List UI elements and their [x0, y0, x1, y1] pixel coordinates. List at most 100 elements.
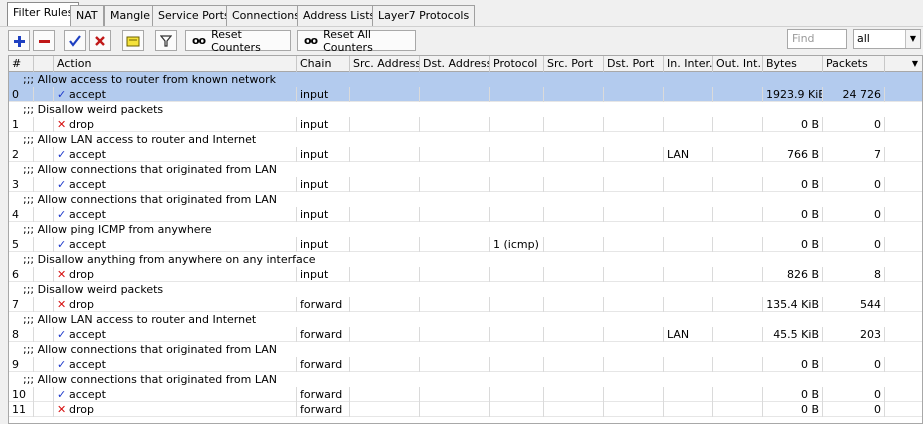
comment-row[interactable]: ;;; Allow connections that originated fr…	[9, 192, 922, 207]
table-row[interactable]: 3 ✓ accept input 0 B0	[9, 177, 922, 192]
comment-row[interactable]: ;;; Disallow anything from anywhere on a…	[9, 252, 922, 267]
table-row[interactable]: 4 ✓ accept input 0 B0	[9, 207, 922, 222]
table-row[interactable]: 8 ✓ accept forward LAN 45.5 KiB 203	[9, 327, 922, 342]
cell-in-interface	[664, 267, 713, 282]
col-src-address[interactable]: Src. Address	[350, 56, 420, 72]
col-packets[interactable]: Packets	[823, 56, 885, 72]
cell-src-address	[350, 297, 420, 312]
cell-src-port	[544, 147, 604, 162]
col-num[interactable]: #	[9, 56, 34, 72]
table-row[interactable]: 0 ✓ accept input 1923.9 KiB 24 726	[9, 87, 922, 102]
cell-src-address	[350, 387, 420, 402]
cell-packets: 544	[823, 297, 885, 312]
cell-dst-port	[604, 297, 664, 312]
comment-row[interactable]: ;;; Allow connections that originated fr…	[9, 162, 922, 177]
cell-dst-address	[420, 237, 490, 252]
comment-button[interactable]	[122, 30, 144, 51]
col-action[interactable]: Action	[54, 56, 297, 72]
table-row[interactable]: 11 ✕ drop forward 0 B0	[9, 402, 922, 417]
cell-chain: input	[297, 147, 350, 162]
tab-nat[interactable]: NAT	[70, 5, 104, 26]
disable-button[interactable]	[89, 30, 111, 51]
rule-comment: ;;; Disallow anything from anywhere on a…	[23, 253, 316, 266]
reset-all-counters-button[interactable]: oo Reset All Counters	[297, 28, 416, 54]
table-row[interactable]: 9 ✓ accept forward 0 B0	[9, 357, 922, 372]
cell-packets: 203	[823, 327, 885, 342]
cell-out-interface	[713, 387, 763, 402]
tab-mangle[interactable]: Mangle	[104, 5, 157, 26]
cell-bytes: 766 B	[763, 147, 823, 162]
comment-row[interactable]: ;;; Allow ping ICMP from anywhere	[9, 222, 922, 237]
cell-action: ✓ accept	[54, 87, 297, 102]
col-flags[interactable]	[34, 56, 54, 72]
comment-row[interactable]: ;;; Disallow weird packets	[9, 102, 922, 117]
cell-out-interface	[713, 297, 763, 312]
find-input[interactable]: Find	[787, 29, 847, 49]
tab-filter-rules[interactable]: Filter Rules	[7, 2, 80, 26]
action-label: accept	[69, 148, 106, 161]
comment-row[interactable]: ;;; Allow access to router from known ne…	[9, 72, 922, 87]
plus-icon	[14, 35, 25, 47]
cell-packets: 7	[823, 147, 885, 162]
filter-icon	[160, 34, 172, 47]
chevron-down-icon[interactable]: ▼	[905, 30, 920, 48]
filter-select[interactable]: all ▼	[853, 29, 921, 49]
cell-src-port	[544, 297, 604, 312]
enable-button[interactable]	[64, 30, 86, 51]
cell-out-interface	[713, 117, 763, 132]
cell-bytes: 1923.9 KiB	[763, 87, 823, 102]
col-dst-port[interactable]: Dst. Port	[604, 56, 664, 72]
cell-packets: 0	[823, 117, 885, 132]
cell-packets: 0	[823, 237, 885, 252]
cell-src-port	[544, 402, 604, 417]
cell-num: 5	[9, 237, 34, 252]
cell-action: ✓ accept	[54, 327, 297, 342]
cell-bytes: 0 B	[763, 387, 823, 402]
reset-counters-button[interactable]: oo Reset Counters	[185, 28, 291, 54]
rule-comment: ;;; Allow access to router from known ne…	[23, 73, 276, 86]
comment-row[interactable]: ;;; Allow LAN access to router and Inter…	[9, 312, 922, 327]
tab-layer7-protocols[interactable]: Layer7 Protocols	[372, 5, 476, 26]
col-in-interface[interactable]: In. Inter...	[664, 56, 713, 72]
table-row[interactable]: 2 ✓ accept input LAN 766 B7	[9, 147, 922, 162]
cell-in-interface	[664, 117, 713, 132]
checkmark-icon: ✓	[57, 358, 67, 371]
cell-out-interface	[713, 357, 763, 372]
cell-in-interface	[664, 177, 713, 192]
col-chain[interactable]: Chain	[297, 56, 350, 72]
col-out-interface[interactable]: Out. Int...	[713, 56, 763, 72]
cell-protocol	[490, 402, 544, 417]
cell-flags	[34, 297, 54, 312]
action-label: drop	[69, 298, 94, 311]
checkmark-icon: ✓	[57, 178, 67, 191]
note-icon	[126, 36, 140, 46]
table-row[interactable]: 6 ✕ drop input 826 B8	[9, 267, 922, 282]
tab-service-ports[interactable]: Service Ports	[152, 5, 236, 26]
cell-dst-address	[420, 117, 490, 132]
rule-comment: ;;; Allow connections that originated fr…	[23, 343, 277, 356]
table-row[interactable]: 10 ✓ accept forward 0 B0	[9, 387, 922, 402]
table-row[interactable]: 5 ✓ accept input 1 (icmp) 0 B0	[9, 237, 922, 252]
toolbar: oo Reset Counters oo Reset All Counters	[0, 26, 923, 54]
tab-connections[interactable]: Connections	[226, 5, 306, 26]
col-dst-address[interactable]: Dst. Address	[420, 56, 490, 72]
table-row[interactable]: 7 ✕ drop forward 135.4 KiB 544	[9, 297, 922, 312]
cell-packets: 0	[823, 207, 885, 222]
checkmark-icon: ✓	[57, 388, 67, 401]
comment-row[interactable]: ;;; Allow connections that originated fr…	[9, 372, 922, 387]
comment-row[interactable]: ;;; Allow connections that originated fr…	[9, 342, 922, 357]
comment-row[interactable]: ;;; Allow LAN access to router and Inter…	[9, 132, 922, 147]
columns-menu-icon[interactable]: ▼	[908, 56, 922, 72]
tab-address-lists[interactable]: Address Lists	[297, 5, 382, 26]
col-bytes[interactable]: Bytes	[763, 56, 823, 72]
cell-src-port	[544, 237, 604, 252]
filter-button[interactable]	[155, 30, 177, 51]
col-src-port[interactable]: Src. Port	[544, 56, 604, 72]
comment-row[interactable]: ;;; Disallow weird packets	[9, 282, 922, 297]
cell-src-address	[350, 117, 420, 132]
remove-button[interactable]	[33, 30, 55, 51]
table-row[interactable]: 1 ✕ drop input 0 B0	[9, 117, 922, 132]
add-button[interactable]	[8, 30, 30, 51]
cell-flags	[34, 177, 54, 192]
col-protocol[interactable]: Protocol	[490, 56, 544, 72]
